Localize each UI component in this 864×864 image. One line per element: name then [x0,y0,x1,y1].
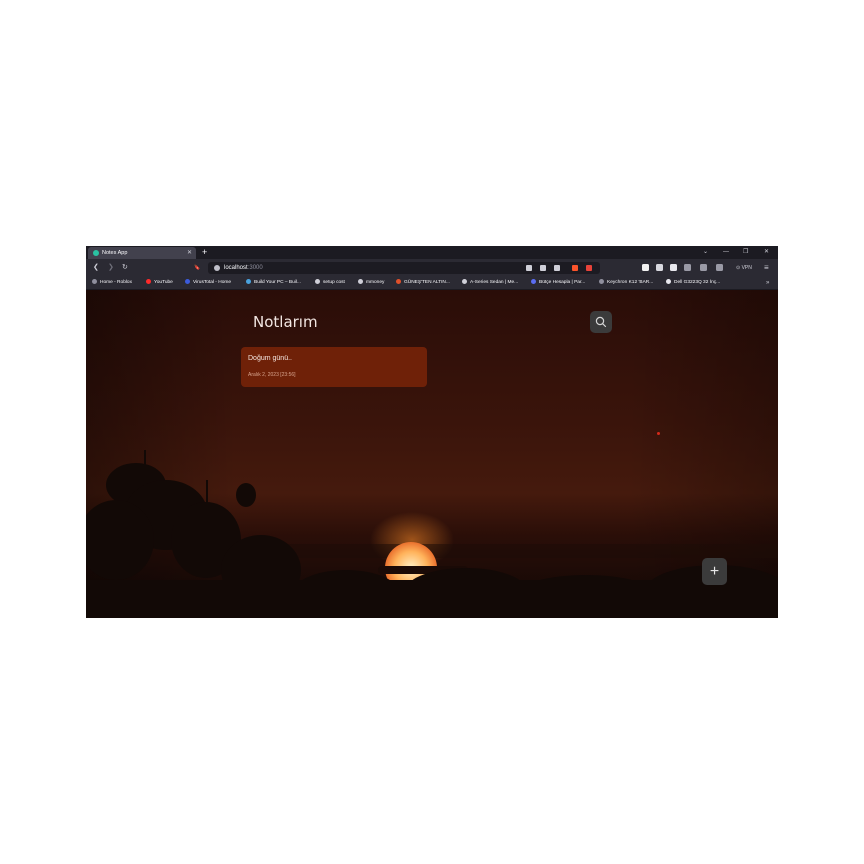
menu-icon[interactable]: ≡ [764,259,769,277]
bookmark-label: VirusTotal - Home [193,280,232,285]
bookmark-item[interactable]: GÜNEŞ'TEN ALTIN... [396,277,450,289]
wallet-icon[interactable] [716,264,723,271]
reader-view-icon[interactable] [526,265,532,271]
notes-favicon-icon [93,250,99,256]
tab-notes-app[interactable]: Notes App ✕ [88,247,196,259]
bookmark-item[interactable]: Dell G3223Q 32 İnç... [666,277,720,289]
bookmark-favicon-icon [315,279,320,284]
url-port: :3000 [247,265,263,271]
navigation-bar: ❮ ❯ ↻ 🔖 localhost:3000 ⊙ VPN ≡ [86,259,778,277]
reload-button[interactable]: ↻ [122,259,128,277]
close-tab-icon[interactable]: ✕ [187,247,192,259]
back-button[interactable]: ❮ [93,259,99,277]
extension-1-icon[interactable] [642,264,649,271]
note-date: Aralık 2, 2023 [23:56] [248,372,296,378]
notes-app-page: Notlarım Doğum günü.. Aralık 2, 2023 [23… [86,290,778,618]
close-window-button[interactable]: ✕ [764,246,769,259]
vpn-button[interactable]: ⊙ VPN [736,259,752,277]
background-speck [657,432,660,435]
tab-list-dropdown-icon[interactable]: ⌄ [703,246,708,259]
bookmark-favicon-icon [358,279,363,284]
sidebar-icon[interactable] [700,264,707,271]
bookmark-label: GÜNEŞ'TEN ALTIN... [404,280,450,285]
bookmark-item[interactable]: YouTube [146,277,173,289]
bookmark-favicon-icon [666,279,671,284]
search-icon [595,316,607,328]
bookmark-page-button[interactable]: 🔖 [194,259,200,277]
brave-rewards-icon[interactable] [586,265,592,271]
bookmark-label: Keychron K12 'BAR... [607,280,654,285]
url-bar[interactable]: localhost:3000 [208,262,600,274]
bookmark-favicon-icon [531,279,536,284]
bookmark-favicon-icon [246,279,251,284]
background-tree-silhouettes [86,450,778,618]
tab-title: Notes App [102,250,128,256]
browser-window: Notes App ✕ + ⌄ — ❐ ✕ ❮ ❯ ↻ 🔖 localhost:… [86,246,778,618]
bookmark-label: Dell G3223Q 32 İnç... [674,280,721,285]
bookmark-favicon-icon [146,279,151,284]
bookmark-label: A-Series Sedan | Me... [470,280,519,285]
bookmarks-overflow-button[interactable]: » [766,277,769,289]
minimize-button[interactable]: — [723,246,729,259]
bookmark-label: Build Your PC – Buil... [254,280,301,285]
bookmark-favicon-icon [396,279,401,284]
note-title: Doğum günü.. [248,355,292,362]
note-card[interactable]: Doğum günü.. Aralık 2, 2023 [23:56] [241,347,427,387]
site-info-icon[interactable] [214,265,220,271]
bookmark-item[interactable]: Build Your PC – Buil... [246,277,301,289]
bookmark-item[interactable]: mmoney [358,277,384,289]
bookmark-label: Bütçe Hesapla | Par... [539,280,586,285]
search-button[interactable] [590,311,612,333]
bookmark-label: setup cost [323,280,345,285]
new-tab-button[interactable]: + [202,246,207,259]
bookmark-favicon-icon [185,279,190,284]
bookmark-label: YouTube [154,280,173,285]
bookmark-item[interactable]: Bütçe Hesapla | Par... [531,277,585,289]
bookmark-label: Home - Roblox [100,280,132,285]
bookmark-favicon-icon [92,279,97,284]
bookmark-favicon-icon [599,279,604,284]
add-note-button[interactable]: + [702,558,727,585]
restore-button[interactable]: ❐ [743,246,748,259]
bookmark-favicon-icon [462,279,467,284]
bookmark-item[interactable]: A-Series Sedan | Me... [462,277,518,289]
bookmarks-bar: Home - Roblox YouTube VirusTotal - Home … [86,277,778,290]
url-host: localhost [224,265,248,271]
bookmark-item[interactable]: VirusTotal - Home [185,277,231,289]
page-title: Notlarım [253,313,318,331]
bookmark-item[interactable]: Keychron K12 'BAR... [599,277,653,289]
translate-icon[interactable] [540,265,546,271]
url-text: localhost:3000 [224,262,263,274]
brave-shields-icon[interactable] [572,265,578,271]
forward-button[interactable]: ❯ [108,259,114,277]
bookmark-item[interactable]: setup cost [315,277,345,289]
extension-4-icon[interactable] [684,264,691,271]
share-icon[interactable] [554,265,560,271]
extension-3-icon[interactable] [670,264,677,271]
extension-2-icon[interactable] [656,264,663,271]
bookmark-label: mmoney [366,280,385,285]
bookmark-item[interactable]: Home - Roblox [92,277,132,289]
tab-strip: Notes App ✕ + ⌄ — ❐ ✕ [86,246,778,259]
